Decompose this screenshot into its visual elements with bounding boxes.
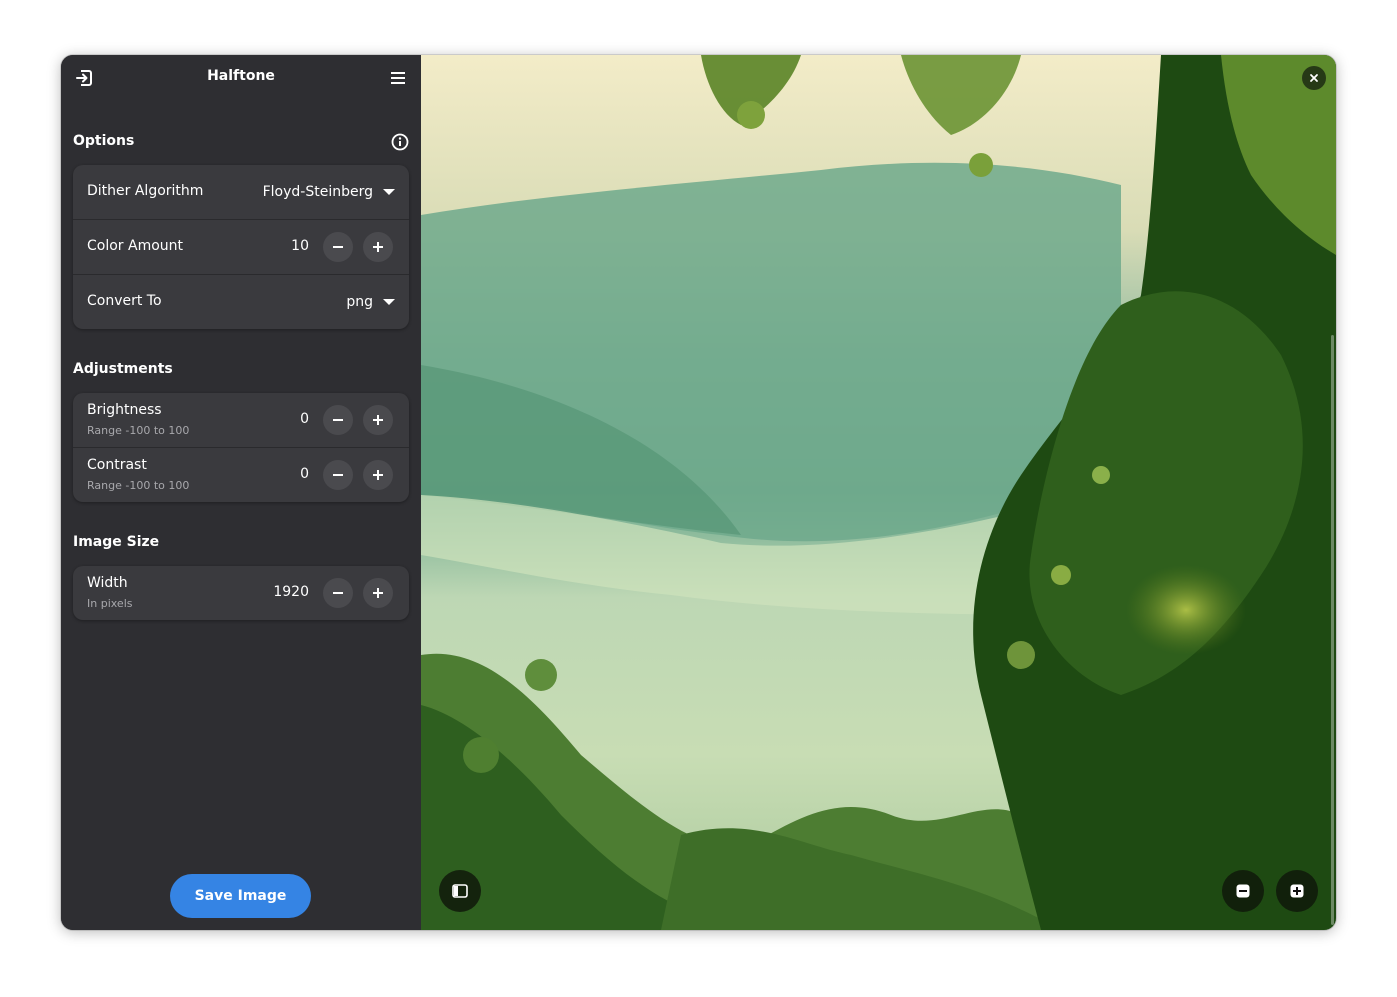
contrast-decrease-button[interactable] <box>323 460 353 490</box>
minus-icon <box>333 474 343 476</box>
brightness-value[interactable]: 0 <box>300 411 309 427</box>
minus-icon <box>333 246 343 248</box>
adjustments-group: Brightness Range -100 to 100 0 Contrast … <box>73 393 409 502</box>
info-button[interactable] <box>385 127 415 157</box>
width-increase-button[interactable] <box>363 578 393 608</box>
color-amount-decrease-button[interactable] <box>323 232 353 262</box>
hamburger-menu-icon <box>391 72 405 84</box>
close-icon <box>1310 74 1318 82</box>
contrast-label: Contrast <box>87 457 147 473</box>
contrast-subtitle: Range -100 to 100 <box>87 479 190 492</box>
headerbar: Halftone <box>61 55 421 101</box>
contrast-row: Contrast Range -100 to 100 0 <box>73 448 409 502</box>
convert-to-row: Convert To png <box>73 275 409 329</box>
brightness-label: Brightness <box>87 402 162 418</box>
options-section-title: Options <box>73 133 135 149</box>
plus-icon <box>373 470 383 480</box>
image-size-group: Width In pixels 1920 <box>73 566 409 620</box>
color-amount-label: Color Amount <box>87 238 184 254</box>
color-amount-increase-button[interactable] <box>363 232 393 262</box>
plus-icon <box>373 242 383 252</box>
dither-algorithm-value: Floyd-Steinberg <box>262 184 373 200</box>
convert-to-value: png <box>346 294 373 310</box>
vertical-scrollbar[interactable] <box>1331 335 1334 925</box>
main-menu-button[interactable] <box>383 63 413 93</box>
contrast-value[interactable]: 0 <box>300 466 309 482</box>
app-title: Halftone <box>207 68 275 84</box>
options-group: Dither Algorithm Floyd-Steinberg Color A… <box>73 165 409 329</box>
convert-to-label: Convert To <box>87 293 162 309</box>
brightness-increase-button[interactable] <box>363 405 393 435</box>
contrast-increase-button[interactable] <box>363 460 393 490</box>
sidebar: Halftone Options Dither Algorithm Floyd-… <box>61 55 421 930</box>
brightness-row: Brightness Range -100 to 100 0 <box>73 393 409 448</box>
adjustments-section-title: Adjustments <box>73 361 173 377</box>
dither-algorithm-label: Dither Algorithm <box>87 183 204 199</box>
convert-to-dropdown[interactable]: png <box>346 290 395 314</box>
dropdown-arrow-icon <box>383 299 395 305</box>
zoom-in-icon <box>1290 884 1304 898</box>
dither-algorithm-dropdown[interactable]: Floyd-Steinberg <box>263 180 395 204</box>
width-label: Width <box>87 575 128 591</box>
plus-icon <box>373 588 383 598</box>
image-viewer[interactable] <box>421 55 1336 930</box>
brightness-subtitle: Range -100 to 100 <box>87 424 190 437</box>
zoom-in-button[interactable] <box>1276 870 1318 912</box>
width-value[interactable]: 1920 <box>273 584 309 600</box>
zoom-out-button[interactable] <box>1222 870 1264 912</box>
dropdown-arrow-icon <box>383 189 395 195</box>
info-icon <box>391 133 409 151</box>
image-size-section-title: Image Size <box>73 534 160 550</box>
dithered-image <box>421 55 1336 930</box>
width-row: Width In pixels 1920 <box>73 566 409 620</box>
minus-icon <box>333 592 343 594</box>
toggle-sidebar-button[interactable] <box>439 870 481 912</box>
zoom-out-icon <box>1236 884 1250 898</box>
brightness-decrease-button[interactable] <box>323 405 353 435</box>
dither-algorithm-row: Dither Algorithm Floyd-Steinberg <box>73 165 409 220</box>
minus-icon <box>333 419 343 421</box>
plus-icon <box>373 415 383 425</box>
save-image-button[interactable]: Save Image <box>170 874 311 918</box>
sidebar-toggle-icon <box>452 884 468 898</box>
width-subtitle: In pixels <box>87 597 133 610</box>
color-amount-value[interactable]: 10 <box>291 238 309 254</box>
color-amount-row: Color Amount 10 <box>73 220 409 275</box>
app-window: Halftone Options Dither Algorithm Floyd-… <box>61 55 1336 930</box>
close-button[interactable] <box>1302 66 1326 90</box>
width-decrease-button[interactable] <box>323 578 353 608</box>
